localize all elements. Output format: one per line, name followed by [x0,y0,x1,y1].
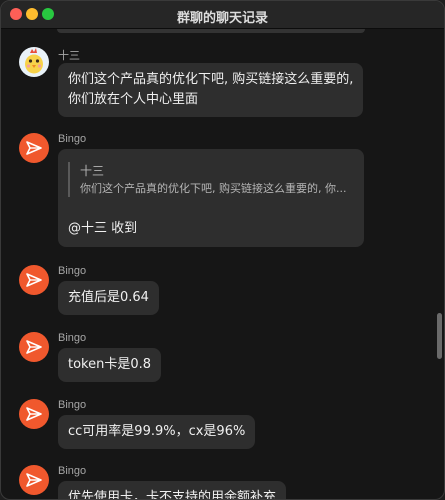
sender-name: 十三 [58,50,80,62]
vertical-scrollbar[interactable] [437,313,442,359]
message-list[interactable]: 十三 你们这个产品真的优化下吧, 购买链接这么重要的, 你们放在个人中心里面 B… [1,29,437,500]
message-bubble[interactable]: cc可用率是99.9%，cx是96% [58,415,256,449]
paper-plane-icon[interactable] [19,332,49,362]
paper-plane-icon[interactable] [19,133,49,163]
message-text: 充值后是0.64 [68,290,149,305]
message-text: cc可用率是99.9%，cx是96% [68,424,246,439]
quoted-sender: 十三 [80,164,105,178]
message-text: 优先使用卡，卡不支持的用余额补充 [68,490,277,500]
sender-name: Bingo [58,265,87,277]
message-bubble[interactable]: 充值后是0.64 [58,281,159,315]
message-text-line: 你们放在个人中心里面 [68,92,199,107]
message-text: @十三 收到 [68,221,138,236]
sender-name: Bingo [58,332,87,344]
message-bubble[interactable]: 十三 你们这个产品真的优化下吧, 购买链接这么重要的, 你... @十三 收到 [58,149,364,247]
paper-plane-icon[interactable] [19,465,49,495]
previous-message-bubble [57,29,365,33]
message-bubble[interactable]: token卡是0.8 [58,348,162,382]
title-bar: 群聊的聊天记录 [1,1,444,29]
quoted-text: 你们这个产品真的优化下吧, 购买链接这么重要的, 你... [80,182,347,195]
message-bubble[interactable]: 你们这个产品真的优化下吧, 购买链接这么重要的, 你们放在个人中心里面 [58,63,364,117]
sender-name: Bingo [58,465,87,477]
sender-name: Bingo [58,399,87,411]
chick-icon[interactable] [19,47,49,77]
paper-plane-icon[interactable] [19,265,49,295]
message-text: token卡是0.8 [68,357,152,372]
sender-name: Bingo [58,133,87,145]
quoted-message[interactable]: 十三 你们这个产品真的优化下吧, 购买链接这么重要的, 你... [68,162,354,197]
window-title: 群聊的聊天记录 [176,11,268,26]
message-bubble[interactable]: 优先使用卡，卡不支持的用余额补充 [58,481,287,500]
message-text-line: 你们这个产品真的优化下吧, 购买链接这么重要的, [68,72,354,87]
chat-history-window: 群聊的聊天记录 十三 你们这个产品真的优化下吧, 购买链接这么重要的, 你们放在… [0,0,445,500]
paper-plane-icon[interactable] [19,399,49,429]
